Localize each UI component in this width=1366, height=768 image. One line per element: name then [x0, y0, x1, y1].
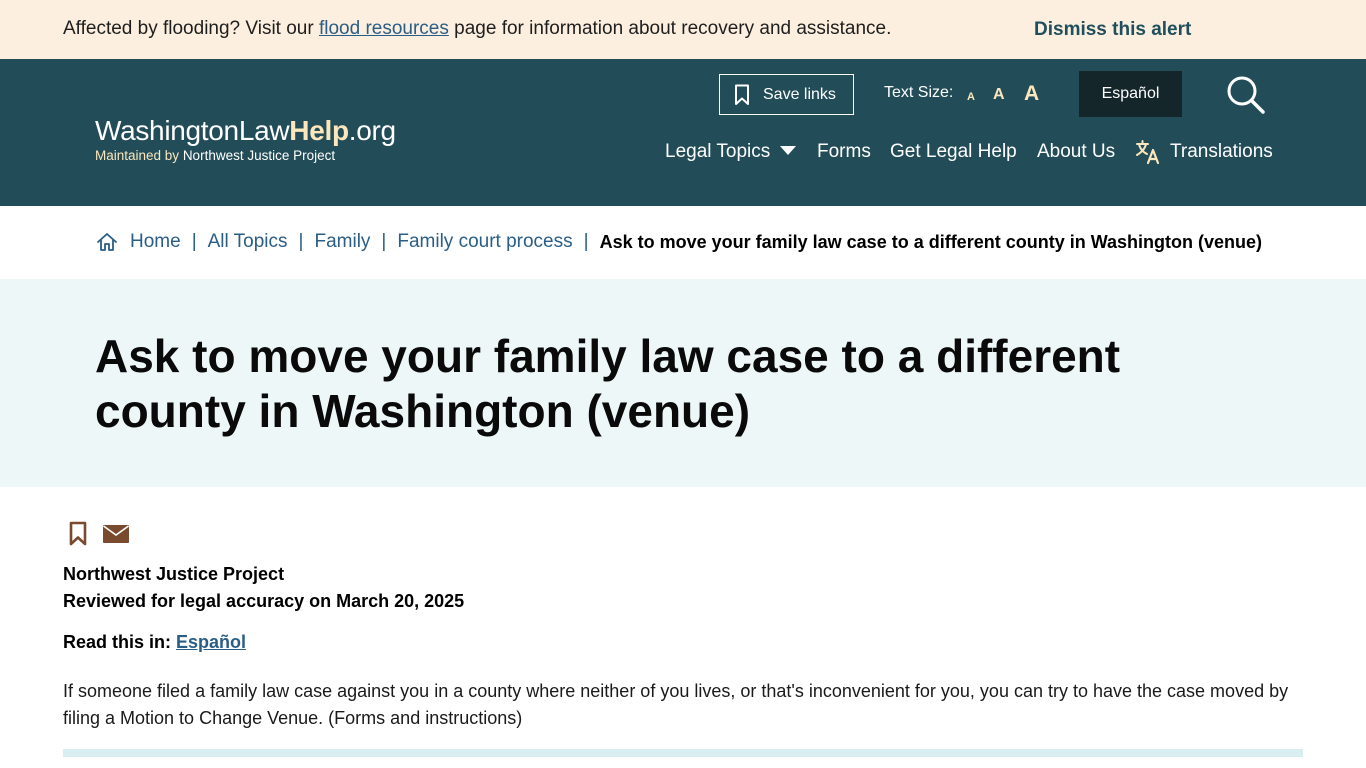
- nav-legal-topics[interactable]: Legal Topics: [665, 141, 797, 163]
- intro-paragraph: If someone filed a family law case again…: [63, 681, 1289, 728]
- section-divider: [63, 749, 1303, 757]
- envelope-icon[interactable]: [102, 524, 130, 544]
- logo-tagline: Maintained by Northwest Justice Project: [95, 148, 336, 163]
- logo-wordmark: WashingtonLawHelp.org: [95, 115, 396, 146]
- breadcrumb-home[interactable]: Home: [130, 231, 181, 253]
- alert-message: Affected by flooding? Visit our flood re…: [63, 18, 891, 40]
- home-icon[interactable]: [96, 232, 118, 252]
- dismiss-alert-button[interactable]: Dismiss this alert: [1034, 19, 1191, 41]
- author-name: Northwest Justice Project: [63, 564, 285, 584]
- alert-banner: Affected by flooding? Visit our flood re…: [0, 0, 1366, 59]
- site-header: WashingtonLawHelp.org Maintained by Nort…: [0, 59, 1366, 206]
- nav-get-legal-help[interactable]: Get Legal Help: [890, 141, 1017, 163]
- review-date: Reviewed for legal accuracy on March 20,…: [63, 591, 465, 611]
- breadcrumb-separator: |: [191, 231, 197, 252]
- read-in-languages: Read this in: Español: [63, 632, 246, 653]
- save-links-button[interactable]: Save links: [719, 74, 854, 115]
- alert-text-before: Affected by flooding? Visit our: [63, 18, 319, 39]
- read-in-label: Read this in:: [63, 632, 177, 652]
- breadcrumb-separator: |: [381, 231, 387, 252]
- flood-resources-link[interactable]: flood resources: [319, 18, 449, 39]
- nav-translations-label: Translations: [1170, 141, 1273, 162]
- nav-translations[interactable]: Translations: [1135, 139, 1273, 165]
- bookmark-icon: [735, 84, 749, 105]
- article-meta: Northwest Justice Project Reviewed for l…: [63, 561, 464, 615]
- text-size-small-button[interactable]: A: [967, 91, 975, 103]
- spanish-language-button[interactable]: Español: [1079, 71, 1182, 117]
- text-size-large-button[interactable]: A: [1024, 82, 1039, 106]
- nav-legal-topics-label: Legal Topics: [665, 141, 771, 162]
- breadcrumb-family-court[interactable]: Family court process: [397, 231, 572, 253]
- nav-forms[interactable]: Forms: [817, 141, 871, 163]
- nav-about-us[interactable]: About Us: [1037, 141, 1115, 163]
- chevron-down-icon: [780, 146, 797, 155]
- read-in-spanish-link[interactable]: Español: [176, 632, 246, 652]
- site-logo[interactable]: WashingtonLawHelp.org Maintained by Nort…: [95, 115, 396, 165]
- breadcrumb: Home | All Topics | Family | Family cour…: [96, 231, 1262, 253]
- article-actions: [68, 521, 130, 547]
- bookmark-icon[interactable]: [68, 521, 88, 547]
- breadcrumb-family[interactable]: Family: [314, 231, 370, 253]
- text-size-medium-button[interactable]: A: [993, 86, 1005, 104]
- alert-text-after: page for information about recovery and …: [448, 18, 892, 39]
- save-links-label: Save links: [763, 85, 836, 103]
- breadcrumb-separator: |: [298, 231, 304, 252]
- breadcrumb-separator: |: [583, 231, 589, 252]
- translate-icon: [1136, 140, 1160, 165]
- title-band: Ask to move your family law case to a di…: [0, 279, 1366, 487]
- search-icon[interactable]: [1226, 75, 1266, 115]
- text-size-label: Text Size:: [884, 84, 954, 101]
- page-title: Ask to move your family law case to a di…: [95, 330, 1121, 437]
- breadcrumb-all-topics[interactable]: All Topics: [208, 231, 288, 253]
- breadcrumb-current: Ask to move your family law case to a di…: [599, 231, 1263, 252]
